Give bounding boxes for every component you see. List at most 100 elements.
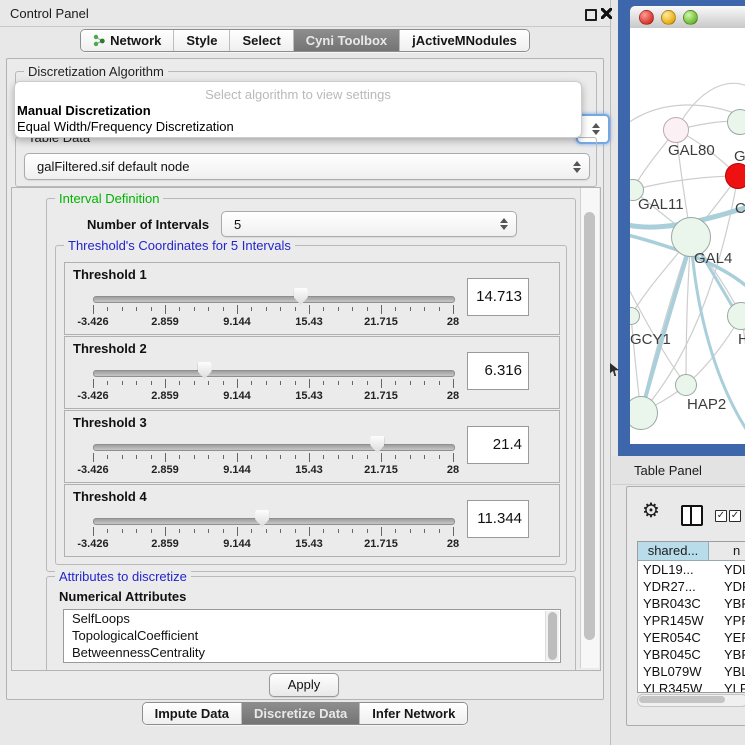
tick-mark [367,529,368,533]
number-of-intervals-combobox[interactable]: 5 [221,211,517,237]
split-view-icon[interactable] [681,505,703,526]
table-cell[interactable]: YLR3 [714,680,745,693]
table-cell[interactable]: YDR27... [638,578,714,595]
table-cell[interactable]: YBR0 [714,595,745,612]
network-node-gal80[interactable] [663,117,689,143]
horizontal-scrollbar[interactable] [637,694,745,707]
table-cell[interactable]: YDL1 [714,561,745,578]
network-canvas[interactable]: GAL80 GA C GAL11 GAL4 GCY1 H HAP2 [630,28,745,444]
table-cell[interactable]: YBL0 [714,663,745,680]
table-cell[interactable]: YDR2 [714,578,745,595]
list-item[interactable]: TopologicalCoefficient [64,627,560,644]
tab-discretize-data[interactable]: Discretize Data [241,703,359,724]
tick-label: 15.43 [295,464,323,476]
network-node-hap2[interactable] [675,374,697,396]
control-panel-title: Control Panel [10,6,89,21]
scrollbar-thumb[interactable] [584,212,595,640]
table-row[interactable]: YBL079WYBL0 [638,663,745,680]
tick-mark [194,307,195,311]
list-item[interactable]: SelfLoops [64,610,560,627]
table-cell[interactable]: YBR043C [638,595,714,612]
minimize-traffic-light[interactable] [661,10,676,25]
threshold-1-value-field[interactable]: 14.713 [467,278,529,316]
table-cell[interactable]: YPR145W [638,612,714,629]
tick-mark [295,455,296,459]
dropdown-option-equal-width-frequency[interactable]: Equal Width/Frequency Discretization [17,119,234,134]
numerical-attributes-list[interactable]: SelfLoops TopologicalCoefficient Between… [63,609,561,663]
apply-button[interactable]: Apply [269,673,339,697]
dropdown-option-manual-discretization[interactable]: Manual Discretization [17,103,151,118]
slider-track[interactable] [93,370,455,377]
threshold-1-box: Threshold 1 -3.4262.8599.14415.4321.7152… [64,262,560,335]
checkbox-icon[interactable]: ✓ [715,510,727,522]
slider-track[interactable] [93,296,455,303]
table-row[interactable]: YDL19...YDL1 [638,561,745,578]
tab-style[interactable]: Style [173,30,229,51]
table-body: YDL19...YDL1YDR27...YDR2YBR043CYBR0YPR14… [638,561,745,693]
zoom-traffic-light[interactable] [683,10,698,25]
vertical-scrollbar[interactable] [580,188,599,668]
list-item[interactable]: BetweennessCentrality [64,644,560,661]
tick-mark [280,307,281,311]
table-row[interactable]: YBR043CYBR0 [638,595,745,612]
tick-mark [295,307,296,311]
table-cell[interactable]: YER0 [714,629,745,646]
network-window-titlebar[interactable] [630,6,745,29]
node-label-gal11: GAL11 [638,196,684,213]
network-icon [93,34,105,47]
column-header-name[interactable]: n [709,542,745,560]
tick-mark [424,529,425,533]
tick-mark [93,305,94,314]
list-scrollbar[interactable] [545,611,559,661]
table-cell[interactable]: YBL079W [638,663,714,680]
table-cell[interactable]: YBR045C [638,646,714,663]
table-cell[interactable]: YDL19... [638,561,714,578]
scrollbar-thumb[interactable] [548,612,557,660]
tick-mark [410,381,411,385]
close-icon[interactable] [601,8,612,19]
threshold-coordinates-group: Threshold's Coordinates for 5 Intervals … [55,245,567,565]
tick-mark [338,455,339,459]
slider-track[interactable] [93,518,455,525]
float-window-icon[interactable] [585,9,597,21]
table-cell[interactable]: YPR1 [714,612,745,629]
threshold-2-slider[interactable]: -3.4262.8599.14415.4321.71528 [93,361,453,405]
tab-jactivemnodules[interactable]: jActiveMNodules [399,30,529,51]
threshold-4-slider[interactable]: -3.4262.8599.14415.4321.71528 [93,509,453,553]
table-row[interactable]: YPR145WYPR1 [638,612,745,629]
slider-track[interactable] [93,444,455,451]
tab-cyni-toolbox[interactable]: Cyni Toolbox [293,30,399,51]
numerical-attributes-label: Numerical Attributes [59,589,186,604]
tab-impute-data[interactable]: Impute Data [143,703,241,724]
table-cell[interactable]: YLR345W [638,680,714,693]
column-header-shared[interactable]: shared... [638,542,709,560]
close-traffic-light[interactable] [639,10,654,25]
tab-infer-network[interactable]: Infer Network [359,703,467,724]
table-cell[interactable]: YBR0 [714,646,745,663]
node-label-gal4: GAL4 [694,250,732,267]
table-row[interactable]: YBR045CYBR0 [638,646,745,663]
threshold-3-slider[interactable]: -3.4262.8599.14415.4321.71528 [93,435,453,479]
table-row[interactable]: YDR27...YDR2 [638,578,745,595]
table-row[interactable]: YER054CYER0 [638,629,745,646]
threshold-4-value-field[interactable]: 11.344 [467,500,529,538]
threshold-1-slider[interactable]: -3.4262.8599.14415.4321.71528 [93,287,453,331]
network-node-selected[interactable] [725,163,745,189]
gear-icon[interactable]: ⚙ [642,501,660,521]
tick-mark [165,379,166,388]
tab-network[interactable]: Network [81,30,173,51]
tick-label: 2.859 [151,390,179,402]
threshold-2-value-field[interactable]: 6.316 [467,352,529,390]
node-label-gcy1: GCY1 [630,331,671,348]
table-row[interactable]: YLR345WYLR3 [638,680,745,693]
scrollbar-thumb[interactable] [639,696,725,703]
tick-mark [165,305,166,314]
threshold-3-value-field[interactable]: 21.4 [467,426,529,464]
control-panel-tabbar: Network Style Select Cyni Toolbox jActiv… [0,29,610,52]
tick-mark [367,455,368,459]
tick-mark [251,307,252,311]
tab-select[interactable]: Select [229,30,292,51]
table-cell[interactable]: YER054C [638,629,714,646]
checkbox-icon[interactable]: ✓ [729,510,741,522]
table-data-combobox[interactable]: galFiltered.sif default node [24,153,590,180]
